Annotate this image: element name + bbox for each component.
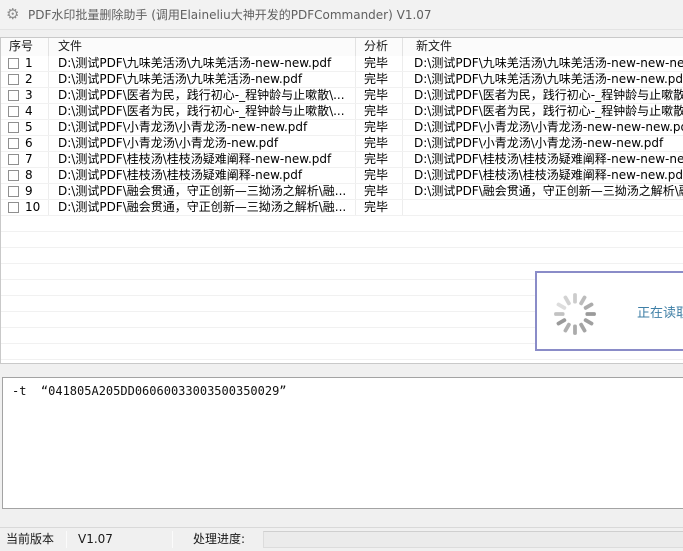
statusbar-divider bbox=[66, 531, 67, 548]
progress-bar bbox=[263, 531, 683, 548]
file-path-cell[interactable]: D:\测试PDF\桂枝汤\桂枝汤疑难阐释-new.pdf bbox=[49, 168, 356, 183]
status-cell: 完毕 bbox=[356, 184, 403, 199]
row-number: 7 bbox=[25, 152, 33, 167]
new-file-cell[interactable]: D:\测试PDF\医者为民，践行初心-_程钟龄与止嗽散\... bbox=[403, 88, 683, 103]
row-checkbox[interactable] bbox=[8, 170, 19, 181]
command-textbox[interactable]: -t “041805A205DD06060033003500350029” bbox=[2, 377, 683, 509]
status-cell: 完毕 bbox=[356, 136, 403, 151]
index-cell: 3 bbox=[1, 88, 49, 103]
file-path-cell[interactable]: D:\测试PDF\融会贯通，守正创新—三拗汤之解析\融... bbox=[49, 200, 356, 215]
index-cell: 10 bbox=[1, 200, 49, 215]
row-checkbox[interactable] bbox=[8, 74, 19, 85]
row-checkbox[interactable] bbox=[8, 154, 19, 165]
file-path-cell[interactable]: D:\测试PDF\桂枝汤\桂枝汤疑难阐释-new-new.pdf bbox=[49, 152, 356, 167]
table-header: 序号 文件 分析 新文件 bbox=[1, 38, 683, 56]
statusbar-divider bbox=[172, 531, 173, 548]
row-checkbox[interactable] bbox=[8, 106, 19, 117]
index-cell: 7 bbox=[1, 152, 49, 167]
row-number: 9 bbox=[25, 184, 33, 199]
row-checkbox[interactable] bbox=[8, 90, 19, 101]
file-path-cell[interactable]: D:\测试PDF\小青龙汤\小青龙汤-new.pdf bbox=[49, 136, 356, 151]
title-bar: ⚙ PDF水印批量删除助手 (调用Elaineliu大神开发的PDFComman… bbox=[0, 0, 683, 30]
loading-dialog: 正在读取 bbox=[535, 271, 683, 351]
new-file-cell[interactable]: D:\测试PDF\九味羌活汤\九味羌活汤-new-new-new.pdf bbox=[403, 56, 683, 71]
new-file-cell[interactable]: D:\测试PDF\九味羌活汤\九味羌活汤-new-new.pdf bbox=[403, 72, 683, 87]
row-number: 1 bbox=[25, 56, 33, 71]
status-cell: 完毕 bbox=[356, 72, 403, 87]
row-number: 2 bbox=[25, 72, 33, 87]
file-path-cell[interactable]: D:\测试PDF\九味羌活汤\九味羌活汤-new.pdf bbox=[49, 72, 356, 87]
file-path-cell[interactable]: D:\测试PDF\医者为民，践行初心-_程钟龄与止嗽散\... bbox=[49, 104, 356, 119]
status-cell: 完毕 bbox=[356, 168, 403, 183]
row-number: 3 bbox=[25, 88, 33, 103]
table-row[interactable]: 8 D:\测试PDF\桂枝汤\桂枝汤疑难阐释-new.pdf 完毕 D:\测试P… bbox=[1, 168, 683, 184]
row-number: 6 bbox=[25, 136, 33, 151]
new-file-cell[interactable]: D:\测试PDF\小青龙汤\小青龙汤-new-new.pdf bbox=[403, 136, 683, 151]
column-header-analysis[interactable]: 分析 bbox=[356, 38, 403, 56]
table-row[interactable]: 9 D:\测试PDF\融会贯通，守正创新—三拗汤之解析\融... 完毕 D:\测… bbox=[1, 184, 683, 200]
status-cell: 完毕 bbox=[356, 104, 403, 119]
table-row[interactable]: 5 D:\测试PDF\小青龙汤\小青龙汤-new-new.pdf 完毕 D:\测… bbox=[1, 120, 683, 136]
column-header-newfile[interactable]: 新文件 bbox=[403, 38, 683, 56]
index-cell: 4 bbox=[1, 104, 49, 119]
index-cell: 8 bbox=[1, 168, 49, 183]
table-row[interactable]: 1 D:\测试PDF\九味羌活汤\九味羌活汤-new-new.pdf 完毕 D:… bbox=[1, 56, 683, 72]
index-cell: 5 bbox=[1, 120, 49, 135]
table-body: 1 D:\测试PDF\九味羌活汤\九味羌活汤-new-new.pdf 完毕 D:… bbox=[1, 56, 683, 216]
index-cell: 2 bbox=[1, 72, 49, 87]
version-value: V1.07 bbox=[78, 528, 113, 551]
row-number: 5 bbox=[25, 120, 33, 135]
file-path-cell[interactable]: D:\测试PDF\小青龙汤\小青龙汤-new-new.pdf bbox=[49, 120, 356, 135]
row-checkbox[interactable] bbox=[8, 202, 19, 213]
row-checkbox[interactable] bbox=[8, 186, 19, 197]
file-path-cell[interactable]: D:\测试PDF\医者为民，践行初心-_程钟龄与止嗽散\... bbox=[49, 88, 356, 103]
file-path-cell[interactable]: D:\测试PDF\融会贯通，守正创新—三拗汤之解析\融... bbox=[49, 184, 356, 199]
new-file-cell[interactable] bbox=[403, 200, 683, 215]
table-row[interactable]: 4 D:\测试PDF\医者为民，践行初心-_程钟龄与止嗽散\... 完毕 D:\… bbox=[1, 104, 683, 120]
new-file-cell[interactable]: D:\测试PDF\桂枝汤\桂枝汤疑难阐释-new-new-new.pdf bbox=[403, 152, 683, 167]
index-cell: 6 bbox=[1, 136, 49, 151]
table-row[interactable]: 6 D:\测试PDF\小青龙汤\小青龙汤-new.pdf 完毕 D:\测试PDF… bbox=[1, 136, 683, 152]
loading-message: 正在读取 bbox=[637, 273, 683, 349]
version-label: 当前版本 bbox=[6, 528, 54, 551]
index-cell: 9 bbox=[1, 184, 49, 199]
spinner-icon bbox=[552, 291, 598, 337]
table-row[interactable]: 10 D:\测试PDF\融会贯通，守正创新—三拗汤之解析\融... 完毕 bbox=[1, 200, 683, 216]
status-bar: 当前版本 V1.07 处理进度: bbox=[0, 527, 683, 551]
window-title: PDF水印批量删除助手 (调用Elaineliu大神开发的PDFCommande… bbox=[28, 6, 432, 23]
table-row[interactable]: 3 D:\测试PDF\医者为民，践行初心-_程钟龄与止嗽散\... 完毕 D:\… bbox=[1, 88, 683, 104]
status-cell: 完毕 bbox=[356, 120, 403, 135]
new-file-cell[interactable]: D:\测试PDF\医者为民，践行初心-_程钟龄与止嗽散\... bbox=[403, 104, 683, 119]
row-checkbox[interactable] bbox=[8, 138, 19, 149]
status-cell: 完毕 bbox=[356, 200, 403, 215]
status-cell: 完毕 bbox=[356, 56, 403, 71]
progress-label: 处理进度: bbox=[193, 528, 245, 551]
index-cell: 1 bbox=[1, 56, 49, 71]
status-cell: 完毕 bbox=[356, 152, 403, 167]
row-number: 8 bbox=[25, 168, 33, 183]
table-row[interactable]: 2 D:\测试PDF\九味羌活汤\九味羌活汤-new.pdf 完毕 D:\测试P… bbox=[1, 72, 683, 88]
file-path-cell[interactable]: D:\测试PDF\九味羌活汤\九味羌活汤-new-new.pdf bbox=[49, 56, 356, 71]
new-file-cell[interactable]: D:\测试PDF\桂枝汤\桂枝汤疑难阐释-new-new.pdf bbox=[403, 168, 683, 183]
row-checkbox[interactable] bbox=[8, 122, 19, 133]
status-cell: 完毕 bbox=[356, 88, 403, 103]
new-file-cell[interactable]: D:\测试PDF\小青龙汤\小青龙汤-new-new-new.pdf bbox=[403, 120, 683, 135]
gear-icon: ⚙ bbox=[6, 7, 21, 22]
column-header-file[interactable]: 文件 bbox=[49, 38, 356, 56]
row-number: 4 bbox=[25, 104, 33, 119]
table-row[interactable]: 7 D:\测试PDF\桂枝汤\桂枝汤疑难阐释-new-new.pdf 完毕 D:… bbox=[1, 152, 683, 168]
row-number: 10 bbox=[25, 200, 40, 215]
new-file-cell[interactable]: D:\测试PDF\融会贯通，守正创新—三拗汤之解析\融... bbox=[403, 184, 683, 199]
column-header-index[interactable]: 序号 bbox=[1, 38, 49, 56]
row-checkbox[interactable] bbox=[8, 58, 19, 69]
